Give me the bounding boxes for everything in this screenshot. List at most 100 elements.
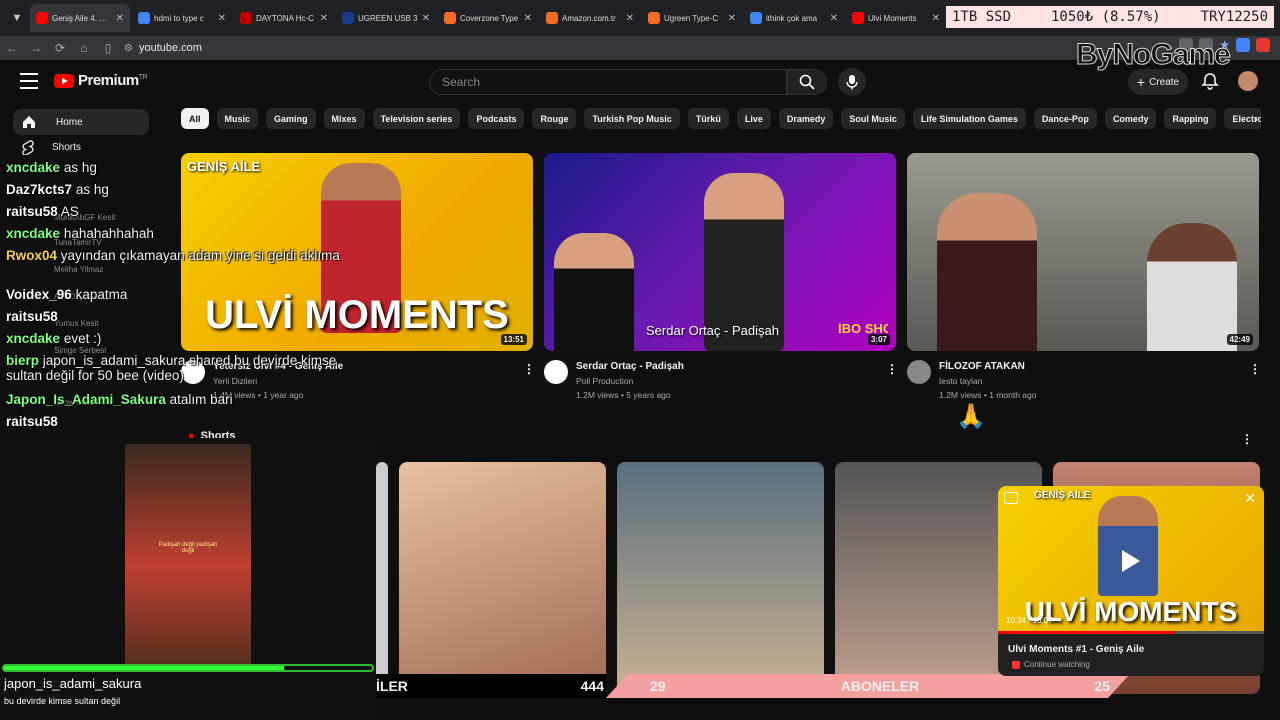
filter-chip[interactable]: Music <box>216 108 259 129</box>
video-title[interactable]: Serdar Ortaç - Padişah <box>576 360 684 374</box>
translate-icon[interactable] <box>1236 38 1250 52</box>
filter-chip[interactable]: Soul Music <box>841 108 905 129</box>
tab-close-icon[interactable]: ✕ <box>116 13 124 24</box>
tab-close-icon[interactable]: ✕ <box>218 13 226 24</box>
browser-tab[interactable]: hdmi to type c ✕ <box>132 4 232 32</box>
adblock-icon[interactable] <box>1256 38 1270 52</box>
channel-avatar[interactable] <box>907 360 931 384</box>
filter-chip[interactable]: Live <box>736 108 771 129</box>
sidebar-subscription-item[interactable]: Meliha Yilmaz <box>54 265 103 274</box>
miniplayer-progress-fill <box>998 631 1174 634</box>
filter-chip[interactable]: Life Simulation Games <box>912 108 1026 129</box>
browser-tab[interactable]: Amazon.com.tr ✕ <box>540 4 640 32</box>
video-thumbnail-2[interactable]: Serdar Ortaç - Padişah İBO SHOW 3:07 <box>544 153 896 351</box>
create-button[interactable]: + Create <box>1128 69 1188 95</box>
youtube-play-icon <box>54 73 74 88</box>
logo-text: PremiumTR <box>78 72 148 89</box>
chat-text: japon_is_adami_sakura shared bu devirde … <box>6 353 337 383</box>
filter-chip[interactable]: Dance-Pop <box>1033 108 1097 129</box>
search-button[interactable] <box>787 69 827 95</box>
short-thumbnail-2[interactable] <box>399 462 606 694</box>
chat-username: Daz7kcts7 <box>6 182 73 197</box>
channel-name[interactable]: testo taylan <box>939 374 1036 388</box>
search-input[interactable]: Search <box>429 69 787 95</box>
channel-avatar[interactable] <box>544 360 568 384</box>
notifications-bell-icon[interactable] <box>1201 72 1219 90</box>
video-thumbnail-3[interactable]: 42:49 <box>907 153 1259 351</box>
sidebar-item-shorts[interactable]: Shorts <box>22 140 81 155</box>
video-title[interactable]: FİLOZOF ATAKAN <box>939 360 1036 374</box>
banner-seg-1: İLER 444 <box>376 674 606 698</box>
thumb-person-2 <box>554 233 634 351</box>
tab-close-icon[interactable]: ✕ <box>422 13 430 24</box>
filter-chip[interactable]: Mixes <box>323 108 365 129</box>
home-icon <box>23 116 35 128</box>
sidebar-subscription-item[interactable]: Yumus Kesit <box>54 319 98 328</box>
browser-tab[interactable]: Ugreen Type-C ✕ <box>642 4 742 32</box>
filter-chip[interactable]: Comedy <box>1104 108 1157 129</box>
tab-close-icon[interactable]: ✕ <box>830 13 838 24</box>
tab-strip: Geniş Aile 4. Bölüm✕hdmi to type c✕DAYTO… <box>30 0 948 36</box>
home-icon[interactable]: ⌂ <box>72 36 96 60</box>
filter-chip[interactable]: Rapping <box>1164 108 1217 129</box>
chips-next-arrow-icon[interactable]: › <box>1248 108 1264 129</box>
tab-close-icon[interactable]: ✕ <box>626 13 634 24</box>
voice-search-button[interactable] <box>838 68 866 96</box>
video-duration: 13:51 <box>500 334 527 345</box>
browser-tab[interactable]: DAYTONA Hc-C ✕ <box>234 4 334 32</box>
reload-icon[interactable]: ⟳ <box>48 36 72 60</box>
filter-chip[interactable]: Podcasts <box>468 108 525 129</box>
stats-percent: 1050₺ (8.57%) <box>1051 9 1161 25</box>
miniplayer-title[interactable]: Ulvi Moments #1 - Geniş Aile <box>1008 644 1144 655</box>
filter-chip[interactable]: Dramedy <box>778 108 834 129</box>
tab-close-icon[interactable]: ✕ <box>932 13 940 24</box>
short-thumbnail-1[interactable] <box>376 462 388 694</box>
channel-name[interactable]: Poll Production <box>576 374 684 388</box>
more-options-icon[interactable]: ⋮ <box>886 362 898 376</box>
browser-tab[interactable]: ithink çok ama ✕ <box>744 4 844 32</box>
menu-icon[interactable] <box>20 73 38 89</box>
split-view-icon[interactable]: ▯ <box>96 36 120 60</box>
miniplayer[interactable]: GENİŞ AİLE ULVİ MOMENTS 10:34 / 16:07 ✕ … <box>998 486 1264 676</box>
tab-favicon-icon <box>546 12 558 24</box>
premium-icon <box>1012 660 1020 669</box>
browser-tab[interactable]: Coverzone Type ✕ <box>438 4 538 32</box>
tab-title: UGREEN USB 3 <box>358 13 418 23</box>
more-options-icon[interactable]: ⋮ <box>1249 362 1261 376</box>
tab-close-icon[interactable]: ✕ <box>524 13 532 24</box>
filter-chip[interactable]: All <box>181 108 209 129</box>
miniplayer-progress[interactable] <box>998 631 1264 634</box>
filter-chip[interactable]: Television series <box>372 108 461 129</box>
filter-chip[interactable]: Rouge <box>532 108 577 129</box>
tab-close-icon[interactable]: ✕ <box>728 13 736 24</box>
shared-progress-fill <box>4 666 284 670</box>
filter-chip[interactable]: Gaming <box>266 108 316 129</box>
chat-message: raitsu58 AS <box>6 204 79 219</box>
youtube-logo[interactable]: PremiumTR <box>54 72 148 89</box>
filter-chip[interactable]: Turkish Pop Music <box>584 108 680 129</box>
create-label: Create <box>1149 76 1180 88</box>
back-icon[interactable]: ← <box>0 36 24 60</box>
filter-chip[interactable]: Türkü <box>687 108 729 129</box>
chat-text: evet :) <box>63 331 102 346</box>
chat-text: as hg <box>75 182 109 197</box>
site-info-icon[interactable]: ⚙ <box>124 43 133 54</box>
tab-close-icon[interactable]: ✕ <box>320 13 328 24</box>
thumb-badge: GENİŞ AİLE <box>187 159 261 174</box>
short-thumbnail-3[interactable] <box>617 462 824 694</box>
browser-tab[interactable]: Ulvi Moments ✕ <box>846 4 946 32</box>
miniplayer-play-icon[interactable] <box>1122 550 1140 572</box>
url-field[interactable]: ⚙ youtube.com <box>124 42 202 54</box>
miniplayer-expand-icon[interactable] <box>1004 492 1018 504</box>
browser-tab[interactable]: UGREEN USB 3 ✕ <box>336 4 436 32</box>
sidebar-item-home[interactable]: Home <box>13 109 149 135</box>
forward-icon[interactable]: → <box>24 36 48 60</box>
account-avatar[interactable] <box>1238 71 1258 91</box>
thumb-person <box>937 193 1037 351</box>
shorts-more-options-icon[interactable]: ⋮ <box>1241 432 1253 446</box>
banner-seg-2: 29 ABONELER 25 <box>606 674 1130 698</box>
tab-search-chevron-icon[interactable]: ▼ <box>4 5 30 31</box>
more-options-icon[interactable]: ⋮ <box>523 362 535 376</box>
browser-tab[interactable]: Geniş Aile 4. Bölüm ✕ <box>30 4 130 32</box>
miniplayer-close-icon[interactable]: ✕ <box>1244 490 1256 507</box>
